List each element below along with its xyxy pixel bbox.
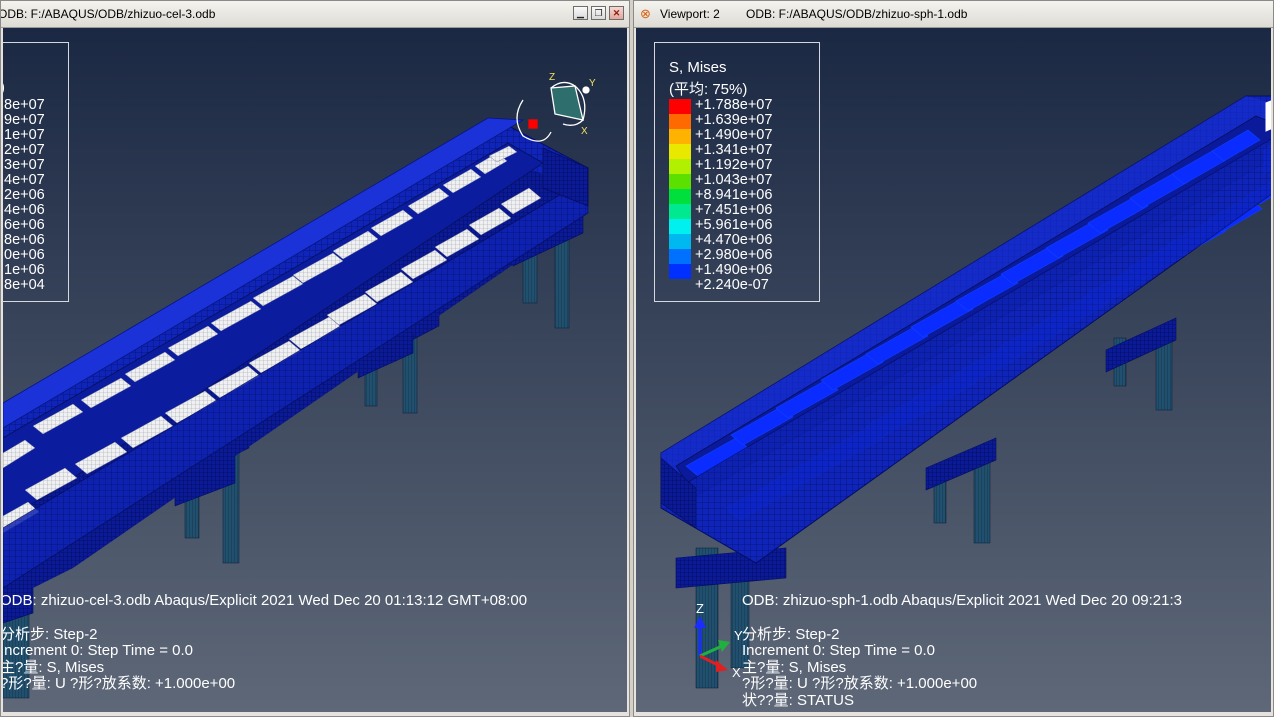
viewport-2-info: ODB: zhizuo-sph-1.odb Abaqus/Explicit 20…	[742, 592, 1182, 709]
legend-value: +1.490e+07	[695, 127, 773, 143]
legend-swatch	[669, 114, 691, 129]
info-2-line-5: 状??量: STATUS	[742, 691, 854, 709]
legend-2-subtitle: (平均: 75%)	[669, 81, 748, 98]
info-2-line-0: ODB: zhizuo-sph-1.odb Abaqus/Explicit 20…	[742, 592, 1182, 609]
legend-value: 1e+06	[4, 262, 45, 278]
viewport-1[interactable]: ODB: F:/ABAQUS/ODB/zhizuo-cel-3.odb ▁ ❐ …	[0, 0, 630, 717]
legend-value: 6e+06	[4, 217, 45, 233]
viewport-2[interactable]: ⊗ Viewport: 2 ODB: F:/ABAQUS/ODB/zhizuo-…	[633, 0, 1274, 717]
legend-value: +2.240e-07	[695, 277, 769, 293]
viewport-2-odb-title: ODB: F:/ABAQUS/ODB/zhizuo-sph-1.odb	[746, 7, 968, 21]
viewport-icon: ⊗	[640, 6, 651, 21]
legend-value: +1.043e+07	[695, 172, 773, 188]
legend-value: +1.490e+06	[695, 262, 773, 278]
legend-swatch	[669, 249, 691, 264]
legend-value: 4e+06	[4, 202, 45, 218]
info-1-line-3: 主?量: S, Mises	[3, 658, 105, 676]
legend-swatch	[669, 264, 691, 279]
stress-legend-1: ) 8e+079e+071e+072e+073e+074e+072e+064e+…	[3, 42, 69, 302]
close-button[interactable]: ✕	[609, 6, 624, 20]
legend-swatch	[669, 129, 691, 144]
legend-swatch	[669, 189, 691, 204]
legend-swatch	[669, 219, 691, 234]
legend-value: 1e+07	[4, 127, 45, 143]
legend-value: 3e+07	[4, 157, 45, 173]
legend-value: +1.192e+07	[695, 157, 773, 173]
legend-value: 0e+06	[4, 247, 45, 263]
legend-swatch	[669, 174, 691, 189]
legend-value: 2e+07	[4, 142, 45, 158]
legend-value: +2.980e+06	[695, 247, 773, 263]
legend-value: +1.341e+07	[695, 142, 773, 158]
legend-value: 8e+04	[4, 277, 45, 293]
legend-value: +7.451e+06	[695, 202, 773, 218]
legend-value: 4e+07	[4, 172, 45, 188]
legend-value: +5.961e+06	[695, 217, 773, 233]
svg-text:Y: Y	[589, 78, 596, 89]
info-2-line-3: 主?量: S, Mises	[742, 658, 847, 676]
legend-2-title: S, Mises	[669, 59, 727, 76]
legend-swatch	[669, 159, 691, 174]
legend-value: 2e+06	[4, 187, 45, 203]
viewport-2-label: Viewport: 2	[660, 7, 720, 21]
info-1-line-4: ?形?量: U ?形?放系数: +1.000e+00	[3, 675, 236, 692]
svg-text:Z: Z	[549, 72, 555, 83]
info-2-line-4: ?形?量: U ?形?放系数: +1.000e+00	[742, 675, 978, 692]
restore-button[interactable]: ❐	[591, 6, 606, 20]
legend-value: 8e+07	[4, 97, 45, 113]
viewport-1-info: ODB: zhizuo-cel-3.odb Abaqus/Explicit 20…	[3, 592, 528, 693]
minimize-button[interactable]: ▁	[573, 6, 588, 20]
viewport-2-titlebar[interactable]: ⊗ Viewport: 2 ODB: F:/ABAQUS/ODB/zhizuo-…	[634, 1, 1273, 28]
triad-z-label: Z	[696, 601, 704, 616]
info-1-line-1: 分析步: Step-2	[3, 625, 98, 643]
info-1-line-0: ODB: zhizuo-cel-3.odb Abaqus/Explicit 20…	[3, 592, 528, 609]
legend-1-subtitle: )	[3, 79, 5, 96]
legend-swatch	[669, 144, 691, 159]
viewport-1-canvas[interactable]: Z Y X ) 8e+079e+071e+072e+073e+074e+072e…	[3, 28, 627, 712]
legend-value: 8e+06	[4, 232, 45, 248]
legend-swatch	[669, 204, 691, 219]
legend-swatch	[669, 99, 691, 114]
info-2-line-1: 分析步: Step-2	[742, 625, 840, 643]
legend-value: +4.470e+06	[695, 232, 773, 248]
triad-x-label: X	[732, 665, 741, 678]
legend-value: +8.941e+06	[695, 187, 773, 203]
viewport-1-titlebar[interactable]: ODB: F:/ABAQUS/ODB/zhizuo-cel-3.odb ▁ ❐ …	[1, 1, 629, 28]
legend-value: +1.639e+07	[695, 112, 773, 128]
legend-swatch	[669, 234, 691, 249]
info-2-line-2: Increment 0: Step Time = 0.0	[742, 642, 936, 659]
stress-legend-2: S, Mises (平均: 75%) +1.788e+07 +1.639e+07 +…	[654, 42, 820, 302]
info-1-line-2: Increment 0: Step Time = 0.0	[3, 642, 194, 659]
viewport-1-odb-title: ODB: F:/ABAQUS/ODB/zhizuo-cel-3.odb	[0, 7, 216, 21]
svg-text:X: X	[581, 126, 588, 137]
viewport-2-canvas[interactable]: S, Mises (平均: 75%) +1.788e+07 +1.639e+07 +…	[636, 28, 1271, 712]
legend-value: 9e+07	[4, 112, 45, 128]
legend-value: +1.788e+07	[695, 97, 773, 113]
